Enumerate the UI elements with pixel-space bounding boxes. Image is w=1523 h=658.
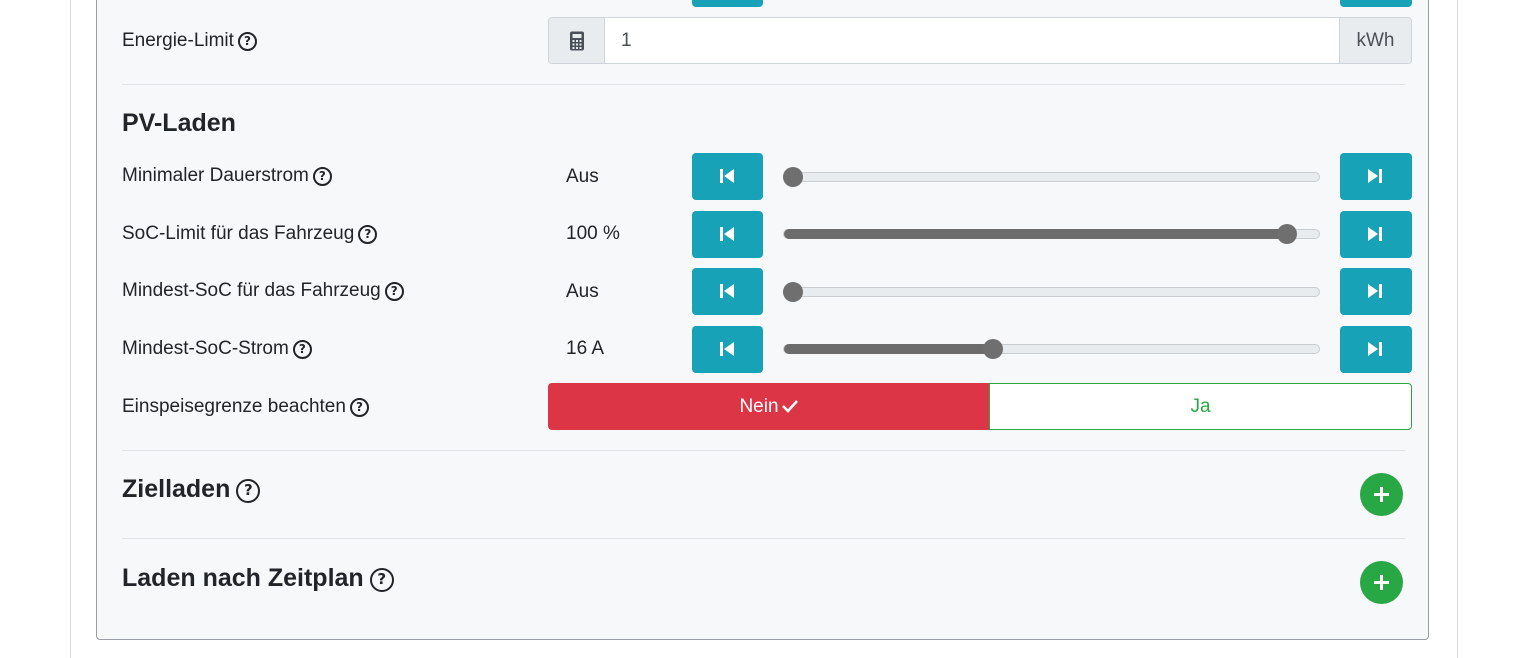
slider-thumb[interactable] (983, 339, 1003, 359)
min-soc-text: Mindest-SoC für das Fahrzeug (122, 280, 381, 301)
slider-fill (784, 229, 1287, 239)
skip-forward-icon (1368, 169, 1382, 183)
feed-in-toggle: Nein Ja (548, 383, 1412, 430)
soc-limit-slider[interactable] (783, 224, 1320, 244)
slider-thumb[interactable] (783, 282, 803, 302)
schedule-charging-text: Laden nach Zeitplan (122, 564, 364, 592)
add-schedule-button[interactable] (1360, 561, 1403, 604)
min-current-increase-button[interactable] (1340, 153, 1412, 200)
min-current-value: Aus (566, 166, 599, 187)
help-icon[interactable]: ? (312, 167, 332, 186)
min-current-slider[interactable] (783, 167, 1320, 187)
help-icon[interactable]: ? (349, 398, 369, 417)
min-current-label: Minimaler Dauerstrom? (122, 165, 332, 187)
min-soc-current-text: Mindest-SoC-Strom (122, 338, 289, 359)
min-soc-current-label: Mindest-SoC-Strom? (122, 338, 312, 360)
min-soc-current-slider[interactable] (783, 339, 1320, 359)
skip-forward-icon (1368, 227, 1382, 241)
calculator-icon (549, 18, 605, 63)
divider (122, 450, 1405, 451)
feed-in-no-label: Nein (739, 396, 779, 417)
help-icon[interactable]: ? (292, 340, 312, 359)
feed-in-label: Einspeisegrenze beachten? (122, 396, 369, 418)
skip-forward-icon (1368, 284, 1382, 298)
target-charging-title: Zielladen? (122, 474, 261, 504)
help-icon[interactable]: ? (236, 479, 261, 503)
slider-thumb[interactable] (783, 167, 803, 187)
min-soc-increase-button[interactable] (1340, 268, 1412, 315)
slider-fill (784, 344, 993, 354)
help-icon[interactable]: ? (237, 32, 257, 51)
energy-limit-label: Energie-Limit? (122, 30, 257, 52)
help-icon[interactable]: ? (369, 568, 394, 592)
min-soc-current-increase-button[interactable] (1340, 326, 1412, 373)
soc-limit-value: 100 % (566, 223, 620, 244)
energy-limit-input-group: 1 kWh (548, 17, 1412, 64)
feed-in-yes-label: Ja (1190, 396, 1211, 417)
schedule-charging-title: Laden nach Zeitplan? (122, 563, 394, 593)
min-soc-slider[interactable] (783, 282, 1320, 302)
skip-forward-icon (1368, 342, 1382, 356)
soc-limit-text: SoC-Limit für das Fahrzeug (122, 223, 355, 244)
slider-thumb[interactable] (1277, 224, 1297, 244)
min-soc-label: Mindest-SoC für das Fahrzeug? (122, 280, 404, 302)
skip-back-icon (720, 169, 734, 183)
step-up-button-partial[interactable] (1340, 0, 1412, 7)
min-soc-current-value: 16 A (566, 338, 605, 359)
feed-in-yes-button[interactable]: Ja (989, 383, 1412, 430)
skip-back-icon (720, 227, 734, 241)
help-icon[interactable]: ? (384, 282, 404, 301)
energy-limit-text: Energie-Limit (122, 30, 234, 51)
energy-limit-input[interactable]: 1 (621, 18, 632, 63)
min-current-decrease-button[interactable] (692, 153, 763, 200)
step-down-button-partial[interactable] (692, 0, 763, 7)
help-icon[interactable]: ? (358, 225, 378, 244)
feed-in-text: Einspeisegrenze beachten (122, 396, 346, 417)
target-charging-text: Zielladen (122, 475, 231, 503)
min-soc-decrease-button[interactable] (692, 268, 763, 315)
energy-limit-unit: kWh (1339, 18, 1411, 63)
soc-limit-increase-button[interactable] (1340, 211, 1412, 258)
skip-back-icon (720, 284, 734, 298)
add-target-charging-button[interactable] (1360, 473, 1403, 516)
check-icon (781, 400, 798, 413)
min-soc-current-decrease-button[interactable] (692, 326, 763, 373)
feed-in-no-button[interactable]: Nein (548, 383, 990, 430)
soc-limit-decrease-button[interactable] (692, 211, 763, 258)
settings-card (96, 0, 1429, 640)
soc-limit-label: SoC-Limit für das Fahrzeug? (122, 223, 378, 245)
skip-back-icon (720, 342, 734, 356)
divider (122, 84, 1405, 85)
divider (122, 538, 1405, 539)
min-soc-value: Aus (566, 281, 599, 302)
pv-section-title: PV-Laden (122, 109, 236, 137)
min-current-text: Minimaler Dauerstrom (122, 165, 309, 186)
